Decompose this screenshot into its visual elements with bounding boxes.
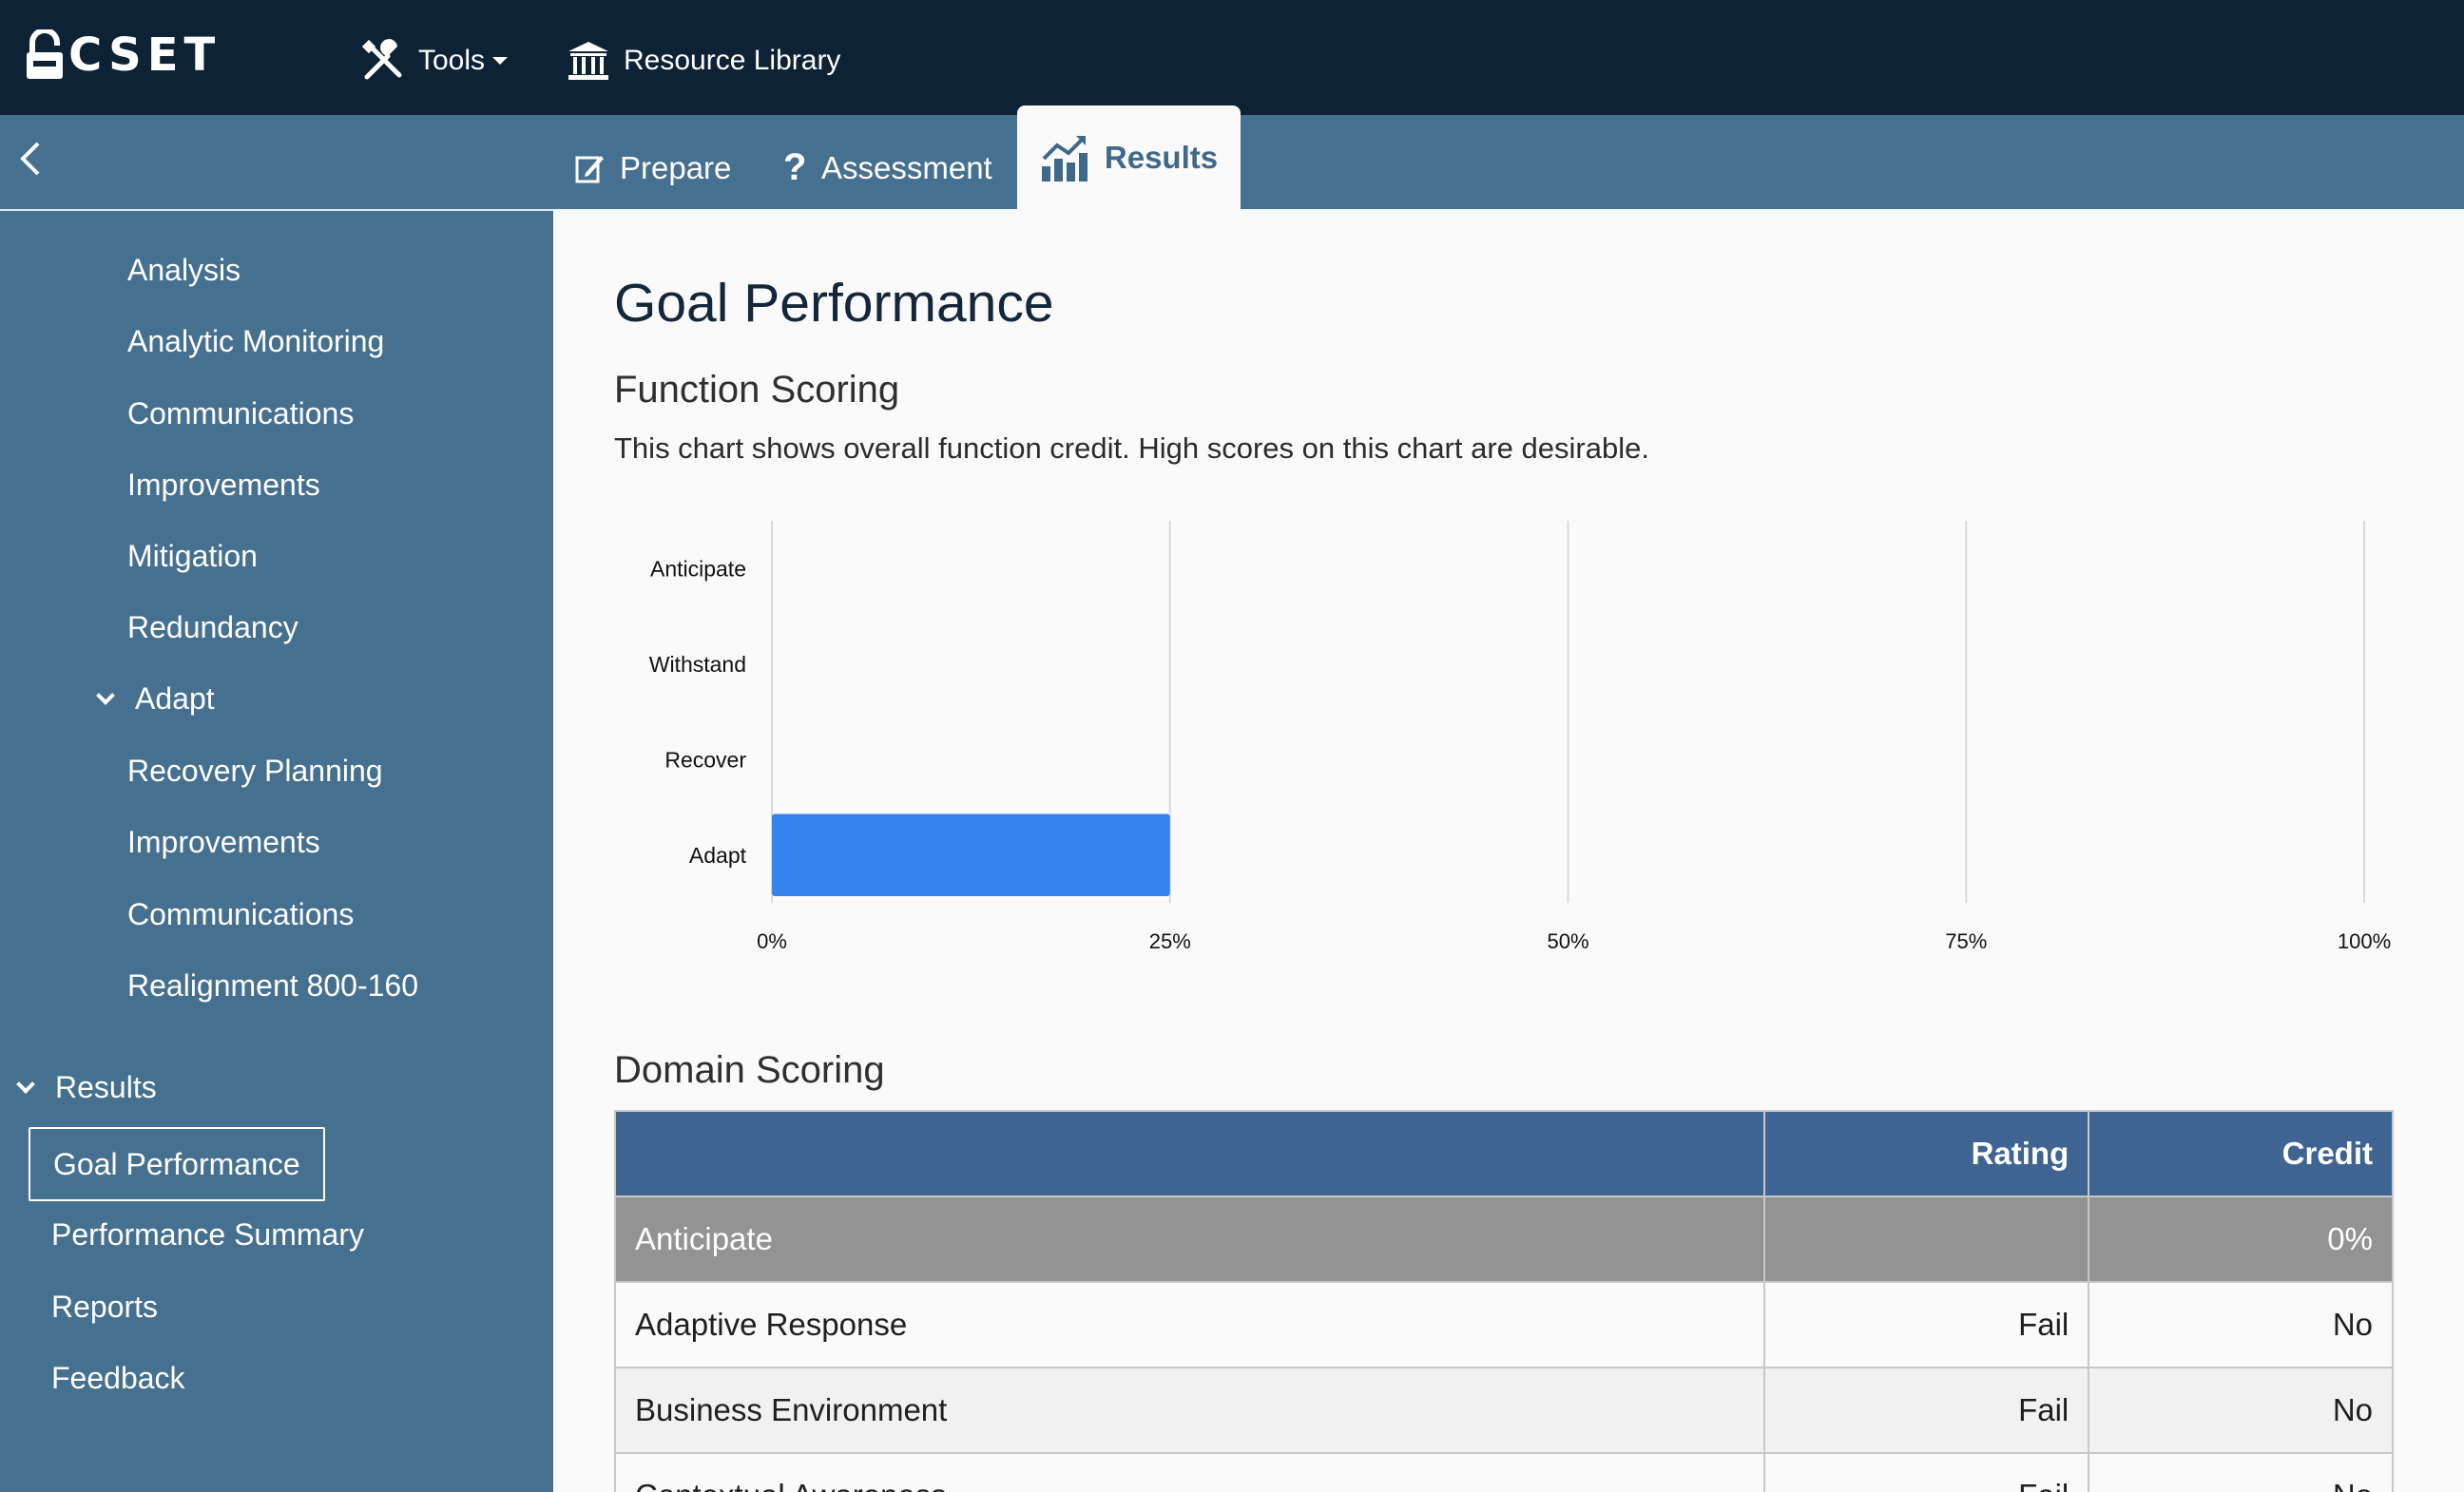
tools-menu[interactable]: Tools <box>361 32 509 89</box>
function-scoring-chart: 0% 25% 50% 75% 100% Anticipate Withstand Recove… <box>649 521 2391 953</box>
assessment-tabbar: Prepare ? Assessment Results <box>0 105 2464 209</box>
sidebar-item-goal-performance-label: Goal Performance <box>53 1146 300 1181</box>
x-tick-label: 100% <box>2338 929 2391 953</box>
table-row: Business Environment Fail No <box>614 1367 2394 1454</box>
sidebar-item-recovery-planning[interactable]: Recovery Planning <box>127 754 383 789</box>
table-cell-domain: Contextual Awareness <box>614 1452 1765 1492</box>
sidebar-item-performance-summary[interactable]: Performance Summary <box>51 1217 364 1253</box>
sidebar-group-adapt-label: Adapt <box>135 681 215 716</box>
sidebar-item-goal-performance[interactable]: Goal Performance <box>29 1127 325 1201</box>
chevron-left-icon <box>20 142 40 176</box>
table-cell-domain: Business Environment <box>614 1367 1765 1454</box>
table-cell-domain: Adaptive Response <box>614 1281 1765 1368</box>
x-tick-label: 0% <box>757 929 787 953</box>
tools-label: Tools <box>418 45 486 76</box>
y-category-label: Adapt <box>689 843 747 868</box>
domain-scoring-table: Rating Credit Anticipate 0% Adaptive Res… <box>614 1110 2394 1492</box>
table-cell-credit: No <box>2088 1281 2394 1368</box>
chart-icon <box>1041 135 1088 182</box>
chevron-down-icon <box>16 1074 35 1094</box>
table-header-domain <box>614 1110 1765 1197</box>
table-cell-credit: No <box>2088 1367 2394 1454</box>
sidebar-group-results[interactable]: Results <box>16 1070 157 1105</box>
tab-assessment[interactable]: ? Assessment <box>781 121 992 215</box>
table-header-row: Rating Credit <box>614 1110 2394 1197</box>
sidebar[interactable]: Analysis Analytic Monitoring Communicati… <box>0 209 553 1492</box>
y-category-label: Anticipate <box>650 556 746 581</box>
logo-text: CSET <box>68 29 221 82</box>
collapse-sidebar-button[interactable] <box>13 138 51 180</box>
tools-icon <box>361 39 402 80</box>
table-header-credit: Credit <box>2088 1110 2394 1197</box>
tab-assessment-label: Assessment <box>821 149 992 185</box>
sidebar-item-mitigation[interactable]: Mitigation <box>127 539 258 574</box>
sidebar-item-communications[interactable]: Communications <box>127 396 354 431</box>
y-category-label: Withstand <box>649 652 746 677</box>
tab-prepare[interactable]: Prepare <box>574 121 731 215</box>
edit-icon <box>575 155 604 182</box>
sidebar-item-communications-2[interactable]: Communications <box>127 897 354 932</box>
chevron-down-icon <box>96 685 115 705</box>
sidebar-group-results-label: Results <box>55 1070 157 1104</box>
domain-scoring-heading: Domain Scoring <box>614 1049 885 1091</box>
table-cell-rating: Fail <box>1762 1452 2090 1492</box>
sidebar-group-adapt[interactable]: Adapt <box>96 681 215 717</box>
table-group-row: Anticipate 0% <box>614 1196 2394 1283</box>
table-row: Contextual Awareness Fail No <box>614 1452 2394 1492</box>
sidebar-divider <box>0 209 553 211</box>
main-content: Goal Performance Function Scoring This c… <box>553 209 2464 1492</box>
question-icon: ? <box>783 149 806 187</box>
table-cell-rating: Fail <box>1762 1367 2090 1454</box>
library-icon <box>568 42 608 80</box>
sidebar-item-improvements-2[interactable]: Improvements <box>127 825 320 860</box>
table-row: Adaptive Response Fail No <box>614 1281 2394 1368</box>
sidebar-item-analysis[interactable]: Analysis <box>127 253 241 288</box>
tab-results-label: Results <box>1104 139 1219 175</box>
tab-prepare-label: Prepare <box>620 149 732 185</box>
table-cell-domain: Anticipate <box>614 1196 1765 1283</box>
lock-icon <box>27 29 63 79</box>
cset-logo[interactable]: CSET <box>25 29 221 82</box>
x-tick-label: 25% <box>1149 929 1191 953</box>
resource-library-link[interactable]: Resource Library <box>567 32 840 89</box>
top-header: CSET Tools Resource Library <box>0 0 2464 115</box>
table-cell-credit: 0% <box>2088 1196 2394 1283</box>
caret-down-icon <box>492 57 509 65</box>
sidebar-item-realignment[interactable]: Realignment 800-160 <box>127 968 418 1004</box>
bar-adapt <box>772 813 1170 896</box>
x-tick-label: 50% <box>1547 929 1588 953</box>
table-cell-credit: No <box>2088 1452 2394 1492</box>
sidebar-item-improvements[interactable]: Improvements <box>127 468 320 503</box>
sidebar-item-analytic-monitoring[interactable]: Analytic Monitoring <box>127 324 384 359</box>
table-header-rating: Rating <box>1762 1110 2090 1197</box>
table-cell-rating: Fail <box>1762 1281 2090 1368</box>
tab-results[interactable]: Results <box>1017 105 1241 209</box>
y-category-label: Recover <box>664 747 746 772</box>
table-cell-rating <box>1762 1196 2090 1283</box>
sidebar-item-reports[interactable]: Reports <box>51 1290 158 1325</box>
sidebar-item-feedback[interactable]: Feedback <box>51 1361 185 1396</box>
svg-text:?: ? <box>783 149 806 187</box>
x-tick-label: 75% <box>1945 929 1987 953</box>
resource-library-label: Resource Library <box>624 45 841 76</box>
sidebar-item-redundancy[interactable]: Redundancy <box>127 610 298 645</box>
